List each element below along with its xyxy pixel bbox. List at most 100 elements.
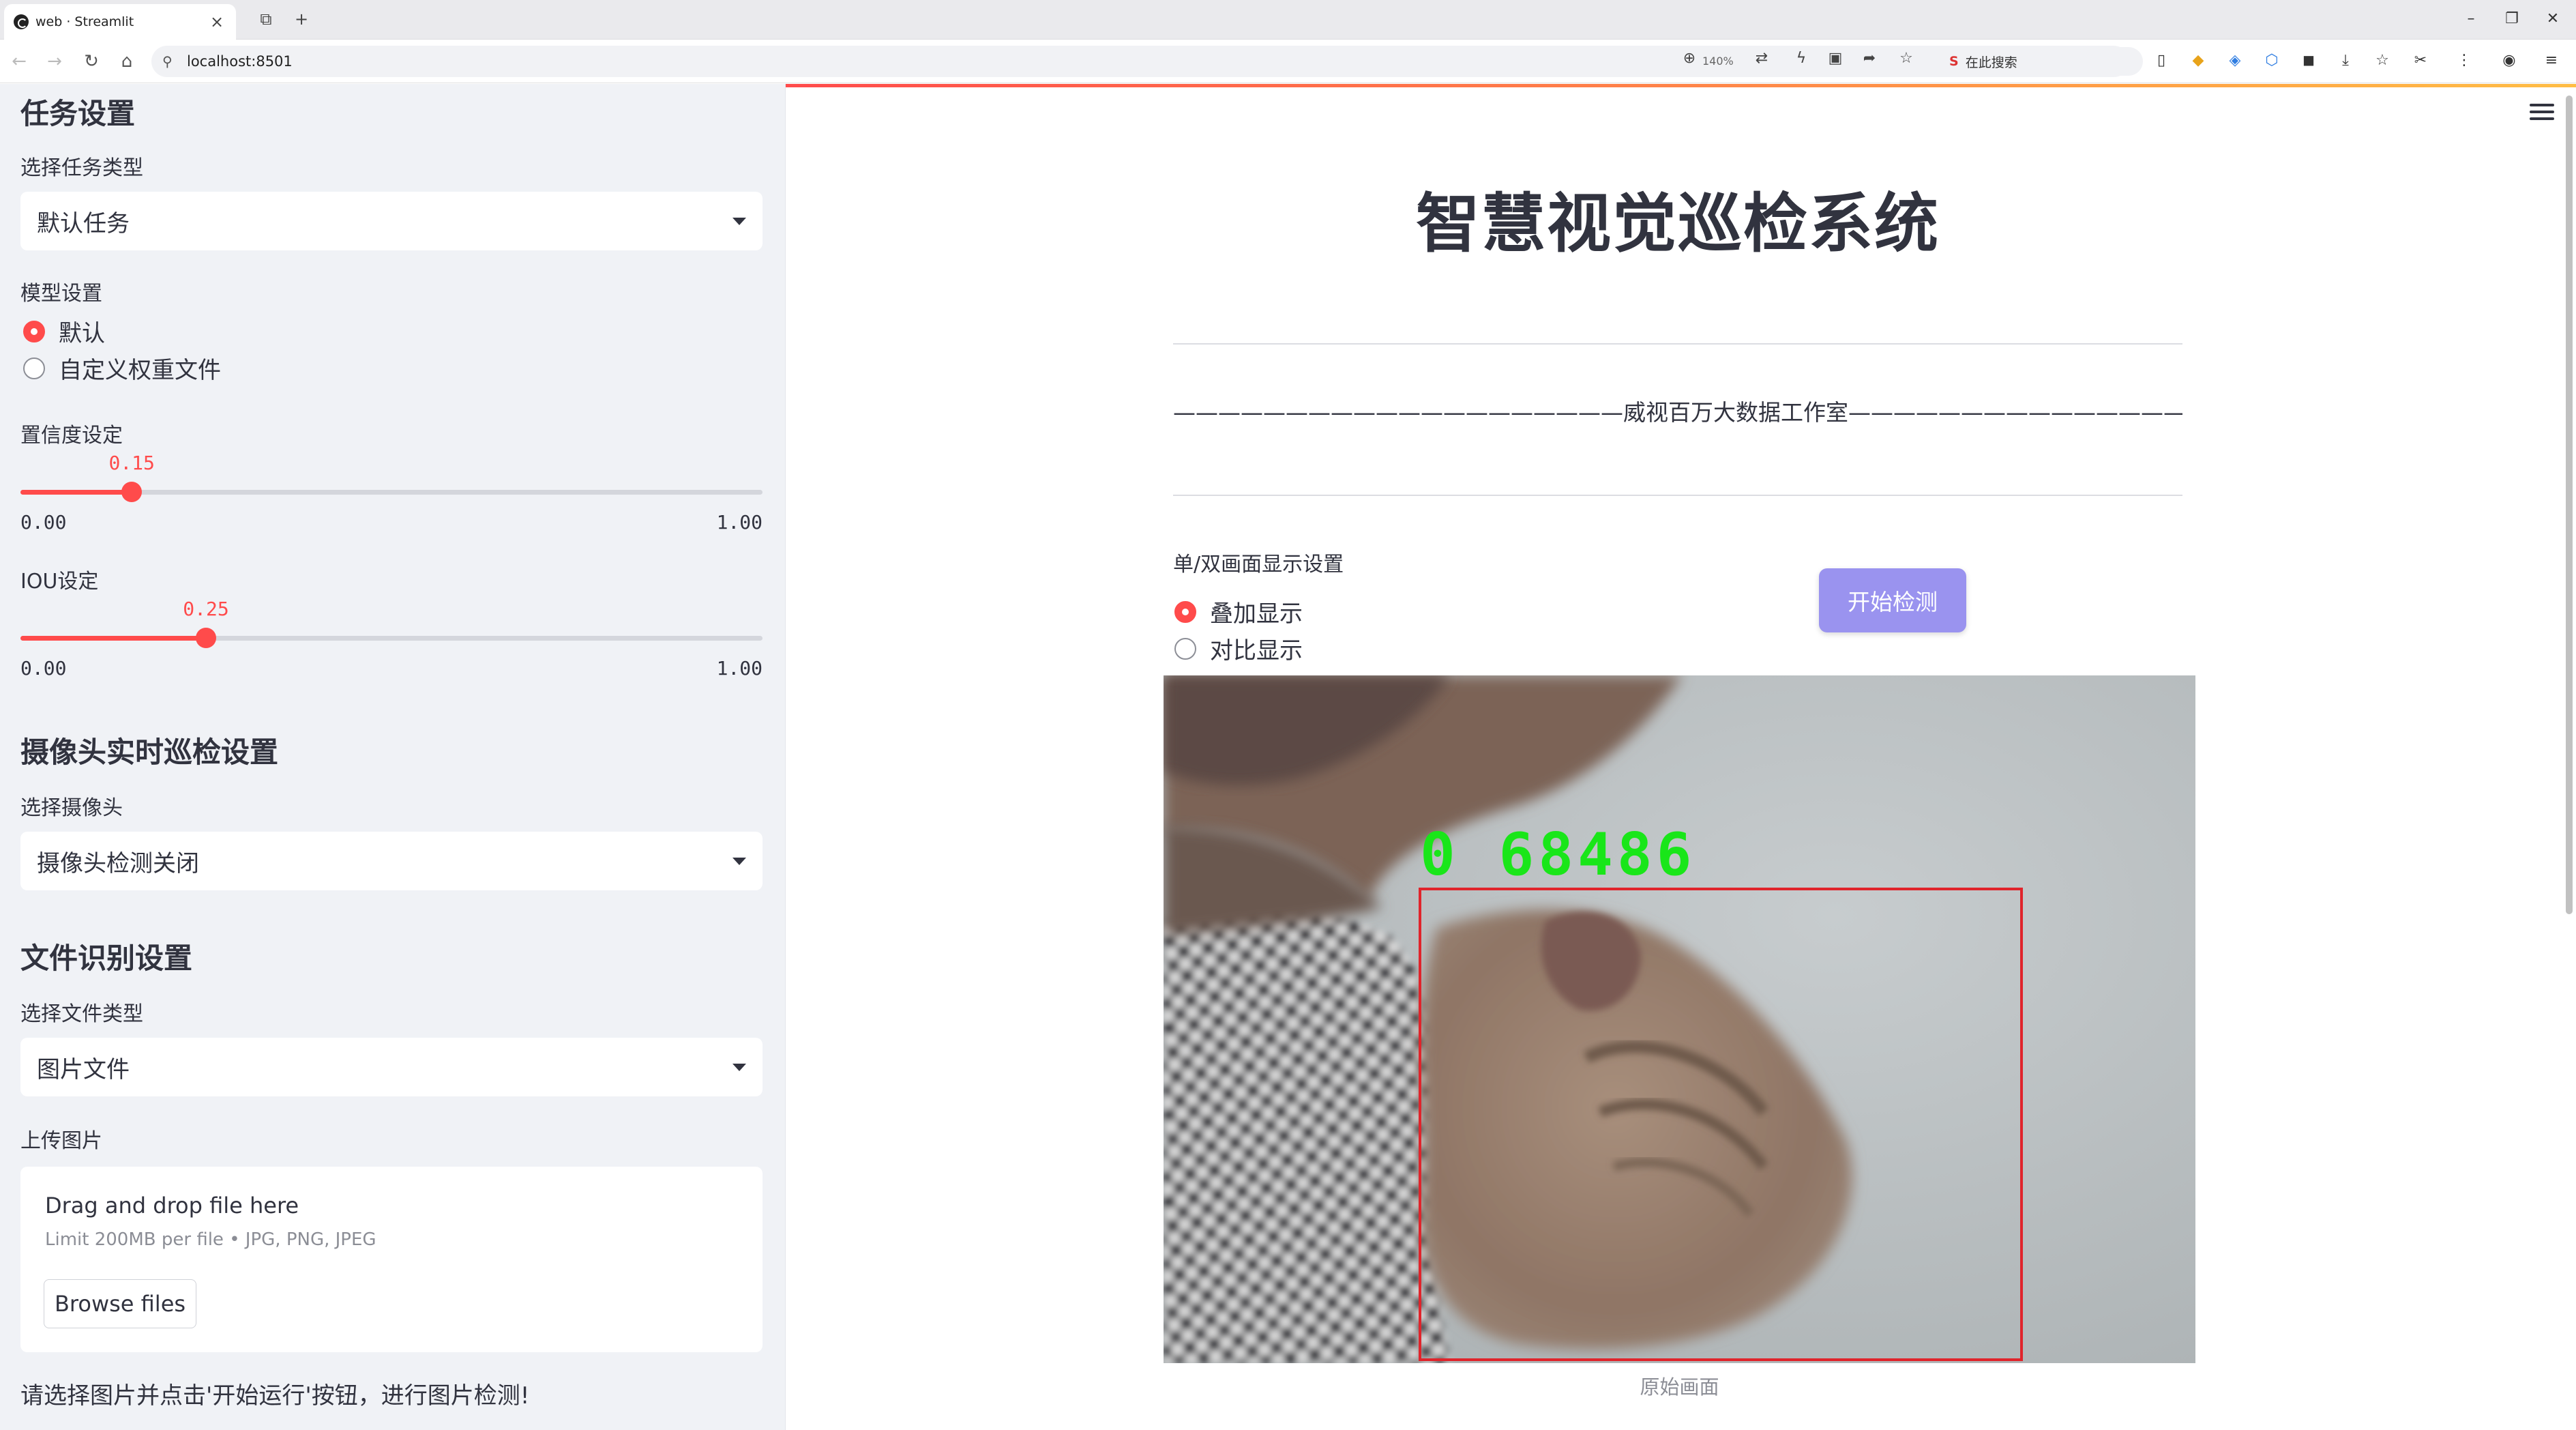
extension-shield-icon[interactable]: ⬡: [2260, 49, 2283, 72]
forward-icon[interactable]: →: [42, 49, 67, 74]
task-type-label: 选择任务类型: [20, 156, 143, 180]
slider-min: 0.00: [20, 511, 67, 534]
page-subtitle: ————————————————————威视百万大数据工作室——————————…: [1173, 399, 2182, 426]
screenshot-icon[interactable]: ▣: [1825, 48, 1846, 69]
radio-selected-icon[interactable]: [1174, 600, 1196, 623]
cut-icon[interactable]: ✂: [2409, 49, 2432, 72]
display-mode-label: 单/双画面显示设置: [1173, 553, 1344, 577]
model-option-label: 自定义权重文件: [59, 357, 221, 384]
slider-max: 1.00: [716, 657, 763, 680]
model-option-default[interactable]: 默认: [23, 315, 105, 348]
favorites-icon[interactable]: ☆: [2371, 49, 2394, 72]
confidence-range: 0.00 1.00: [20, 511, 763, 534]
browser-menu-icon[interactable]: ≡: [2540, 49, 2563, 72]
radio-unselected-icon[interactable]: [1174, 637, 1196, 660]
task-type-select[interactable]: 默认任务: [20, 192, 763, 250]
model-option-label: 默认: [59, 320, 105, 347]
new-tab-icon[interactable]: +: [289, 7, 314, 31]
iou-label: IOU设定: [20, 570, 99, 594]
translate-icon[interactable]: ⇄: [1751, 48, 1772, 69]
divider: [1173, 495, 2182, 496]
radio-selected-icon[interactable]: [23, 320, 45, 342]
download-icon[interactable]: ⤓: [2334, 49, 2357, 72]
dropzone-limit: Limit 200MB per file • JPG, PNG, JPEG: [45, 1229, 376, 1250]
chevron-down-icon: [732, 217, 746, 225]
slider-fill: [20, 490, 132, 495]
lightning-icon[interactable]: ϟ: [1791, 48, 1811, 69]
file-type-select[interactable]: 图片文件: [20, 1038, 763, 1096]
search-engine-icon: S: [1949, 54, 1959, 69]
slider-fill: [20, 636, 206, 641]
iou-slider[interactable]: 0.25: [20, 598, 763, 648]
detection-image-canvas: 0 68486: [1164, 675, 2195, 1363]
file-type-label: 选择文件类型: [20, 1002, 143, 1026]
confidence-label: 置信度设定: [20, 424, 123, 448]
browser-tab[interactable]: web · Streamlit ×: [4, 4, 236, 40]
reload-icon[interactable]: ↻: [79, 49, 104, 74]
more-vert-icon[interactable]: ⋮: [2453, 49, 2476, 72]
shirt-region: [1164, 909, 1450, 1363]
file-type-value: 图片文件: [37, 1055, 130, 1083]
minimize-icon[interactable]: –: [2454, 7, 2488, 31]
confidence-slider[interactable]: 0.15: [20, 452, 763, 502]
upload-label: 上传图片: [20, 1129, 102, 1153]
detection-image: 0 68486: [1164, 675, 2195, 1363]
divider: [1173, 343, 2182, 345]
extension-diamond-icon[interactable]: ◆: [2187, 49, 2210, 72]
camera-settings-heading: 摄像头实时巡检设置: [20, 735, 279, 769]
file-settings-heading: 文件识别设置: [20, 942, 193, 975]
bookmark-star-icon[interactable]: ☆: [1896, 48, 1916, 69]
zoom-level: 140%: [1702, 55, 1734, 68]
hamburger-menu-icon[interactable]: [2530, 104, 2554, 124]
address-bar: ← → ↻ ⌂ ⚲ localhost:8501 ⊕ 140% ⇄ ϟ ▣ ➦ …: [0, 40, 2576, 83]
task-type-value: 默认任务: [37, 209, 130, 237]
display-option-label: 叠加显示: [1210, 600, 1303, 628]
display-option-compare[interactable]: 对比显示: [1174, 632, 1303, 665]
iou-value: 0.25: [183, 598, 229, 620]
display-option-overlay[interactable]: 叠加显示: [1174, 595, 1303, 628]
display-option-label: 对比显示: [1210, 637, 1303, 665]
url-text: localhost:8501: [187, 53, 293, 70]
search-box[interactable]: S 在此搜索: [1938, 47, 2143, 76]
radio-unselected-icon[interactable]: [23, 357, 45, 379]
chevron-down-icon: [732, 857, 746, 865]
streamlit-decoration-bar: [786, 84, 2576, 87]
dropzone-title: Drag and drop file here: [45, 1193, 299, 1219]
model-settings-label: 模型设置: [20, 282, 102, 306]
site-info-icon[interactable]: ⚲: [162, 53, 180, 70]
phone-icon[interactable]: ▯: [2150, 49, 2173, 72]
file-uploader-dropzone[interactable]: Drag and drop file here Limit 200MB per …: [20, 1167, 763, 1352]
chevron-down-icon: [732, 1063, 746, 1071]
confidence-value: 0.15: [108, 452, 155, 474]
page-title: 智慧视觉巡检系统: [1415, 187, 1940, 261]
slider-thumb[interactable]: [121, 482, 143, 502]
sidebar-hint: 请选择图片并点击'开始运行'按钮，进行图片检测!: [20, 1382, 530, 1410]
model-option-custom[interactable]: 自定义权重文件: [23, 351, 221, 385]
tab-groups-icon[interactable]: ⧉: [254, 7, 278, 31]
slider-max: 1.00: [716, 511, 763, 534]
search-placeholder: 在此搜索: [1965, 55, 2017, 70]
image-caption: 原始画面: [1640, 1375, 1719, 1399]
main-scrollbar[interactable]: [2566, 96, 2573, 914]
share-icon[interactable]: ➦: [1859, 48, 1880, 69]
extension-blue-icon[interactable]: ◈: [2223, 49, 2247, 72]
browser-tab-bar: web · Streamlit × ⧉ + – ❐ ✕: [0, 0, 2576, 40]
tab-title: web · Streamlit: [35, 14, 134, 29]
slider-thumb[interactable]: [196, 628, 216, 648]
back-icon[interactable]: ←: [7, 49, 31, 74]
tab-close-icon[interactable]: ×: [207, 12, 226, 31]
profile-avatar-icon[interactable]: ◉: [2498, 49, 2521, 72]
camera-select[interactable]: 摄像头检测关闭: [20, 832, 763, 890]
restore-icon[interactable]: ❐: [2495, 7, 2529, 31]
start-detection-button[interactable]: 开始检测: [1819, 568, 1966, 632]
home-icon[interactable]: ⌂: [115, 49, 139, 74]
zoom-icon[interactable]: ⊕: [1679, 48, 1700, 69]
streamlit-favicon-icon: [14, 14, 29, 29]
camera-label: 选择摄像头: [20, 796, 123, 820]
detection-label: 0 68486: [1420, 821, 1696, 889]
window-close-icon[interactable]: ✕: [2536, 7, 2570, 31]
extension-dark-icon[interactable]: ◼: [2297, 49, 2320, 72]
slider-min: 0.00: [20, 657, 67, 680]
browse-files-button[interactable]: Browse files: [44, 1279, 196, 1328]
camera-value: 摄像头检测关闭: [37, 849, 199, 877]
